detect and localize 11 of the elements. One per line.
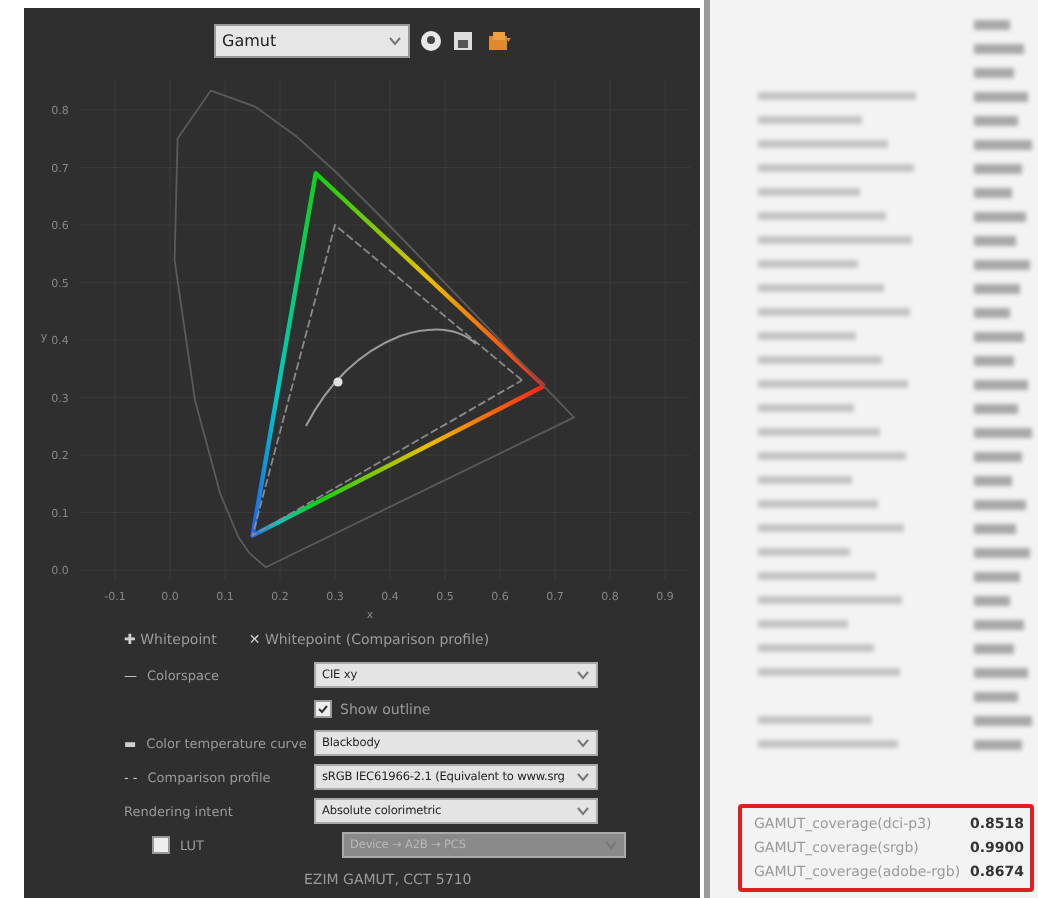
caret-icon [576, 806, 590, 816]
help-icon[interactable] [420, 29, 442, 51]
folder-icon[interactable] [484, 29, 516, 51]
caret-icon [576, 670, 590, 680]
checkbox[interactable] [314, 700, 332, 718]
caret-icon [576, 772, 590, 782]
save-icon[interactable] [452, 29, 474, 51]
whitepoint-marker [333, 377, 343, 387]
caret-icon [576, 738, 590, 748]
view-select[interactable]: Gamut [214, 23, 410, 57]
caret-icon [388, 35, 402, 45]
